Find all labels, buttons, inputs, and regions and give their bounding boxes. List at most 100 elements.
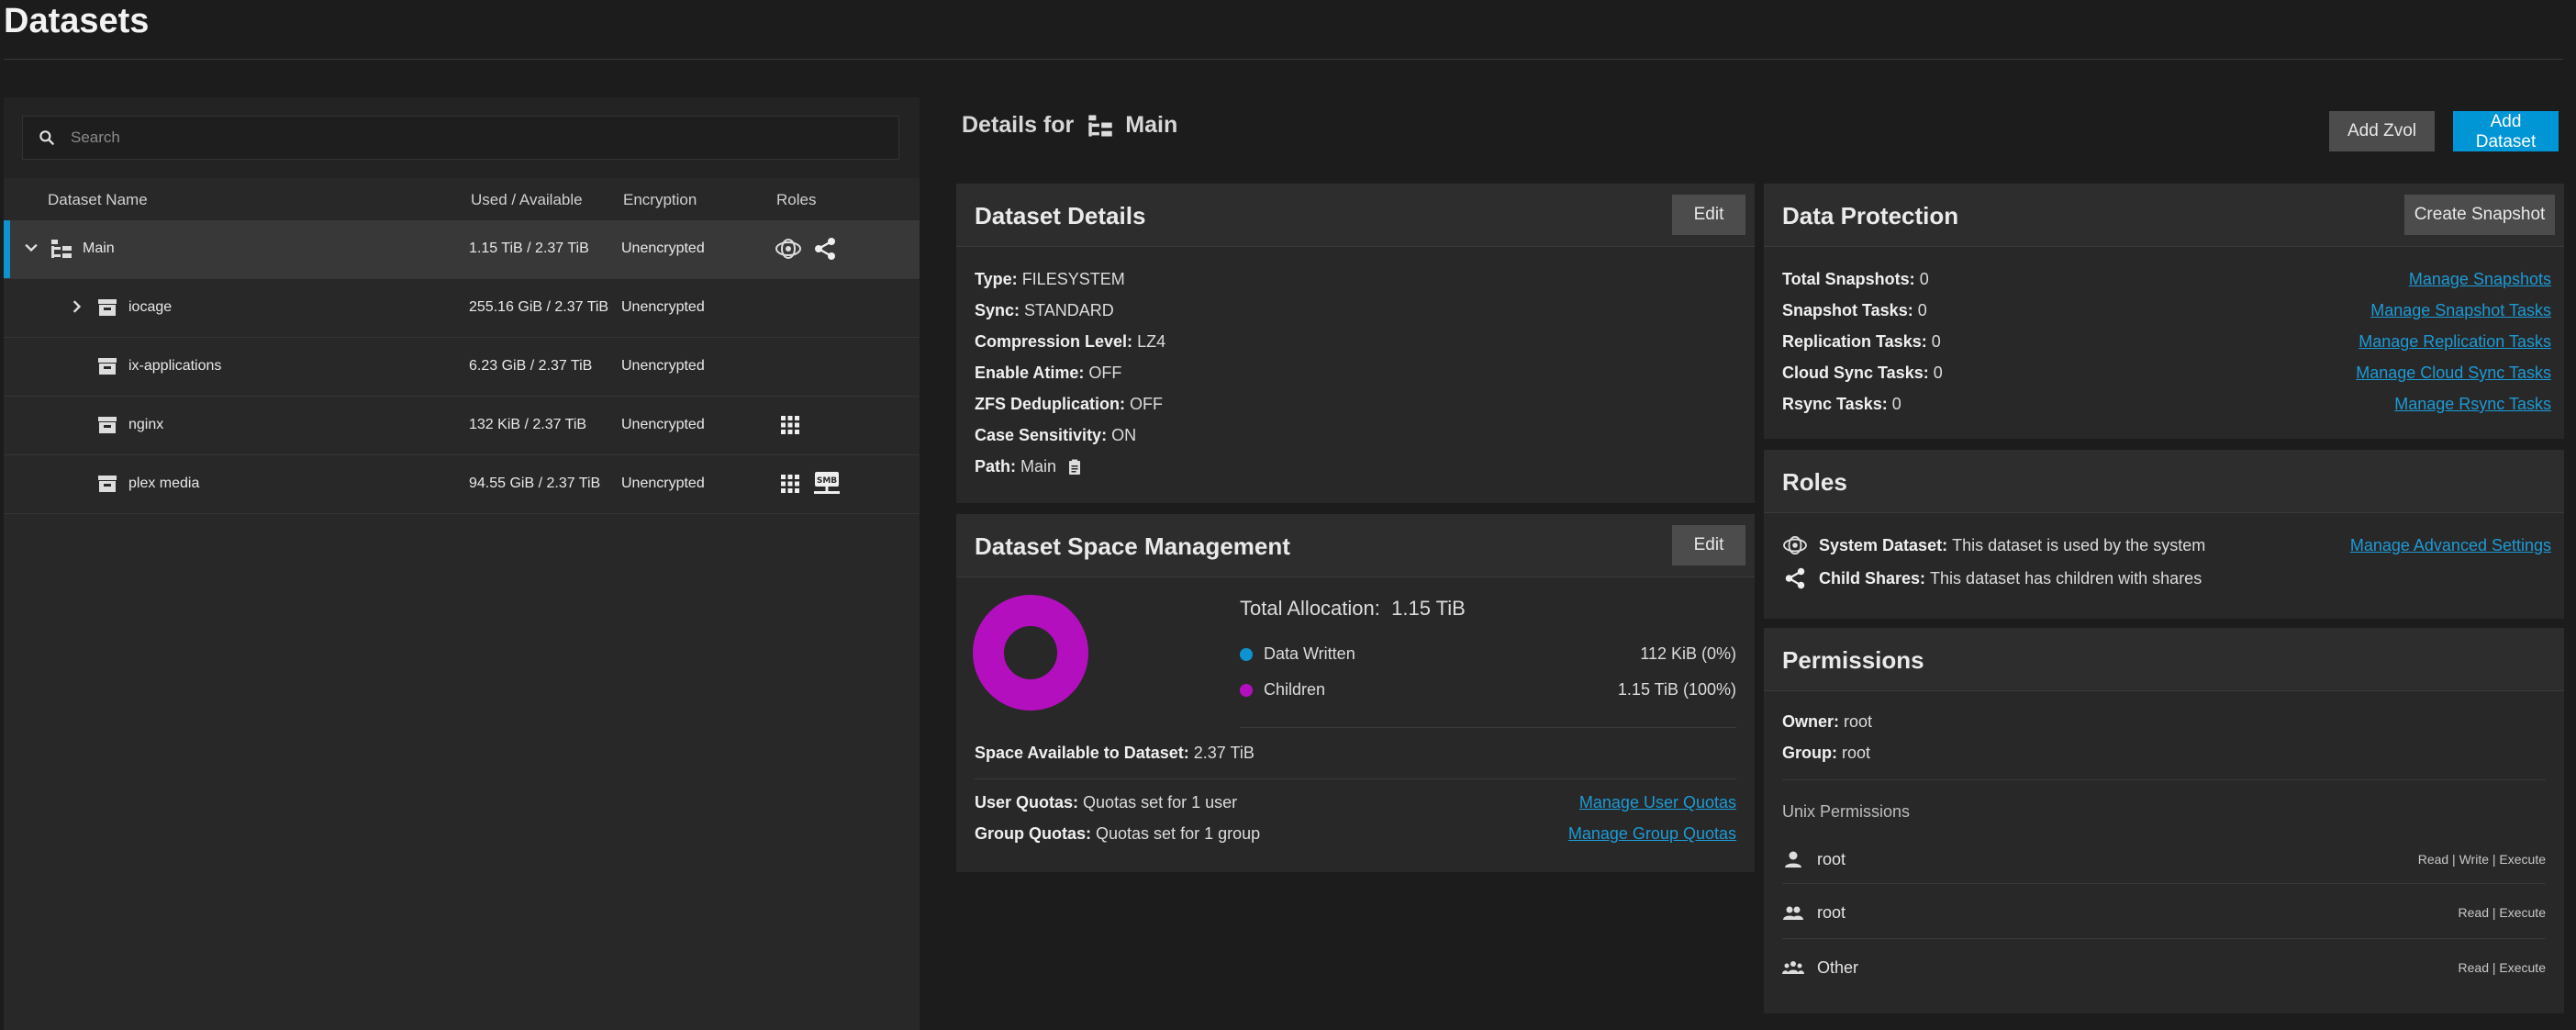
data-written-dot: [1240, 648, 1253, 662]
card-header: Data Protection Create Snapshot: [1764, 184, 2564, 247]
permissions-card: Permissions Owner: root Group: root Unix…: [1764, 628, 2564, 1013]
card-title: Data Protection: [1782, 202, 1959, 230]
clipboard-icon[interactable]: [1065, 458, 1084, 476]
column-header-name[interactable]: Dataset Name: [48, 191, 148, 209]
apps-icon: [781, 475, 799, 493]
svg-text:SMB: SMB: [817, 476, 837, 486]
system-dataset-icon: [1783, 535, 1807, 555]
search-bar: [4, 97, 920, 178]
divider: [1782, 883, 2546, 884]
divider: [1782, 938, 2546, 939]
card-title: Dataset Space Management: [975, 532, 1290, 560]
edit-space-button[interactable]: Edit: [1672, 525, 1745, 565]
total-snapshots-field: Total Snapshots: 0: [1782, 270, 1929, 288]
dataset-row-ix-applications[interactable]: ix-applications 6.23 GiB / 2.37 TiB Unen…: [4, 338, 920, 397]
column-header-roles[interactable]: Roles: [776, 191, 816, 209]
children-legend: Children: [1240, 680, 1325, 700]
group-icon: [1783, 906, 1803, 920]
roles-card: Roles System Dataset: This dataset is us…: [1764, 450, 2564, 619]
data-written-legend: Data Written: [1240, 644, 1355, 664]
space-available-field: Space Available to Dataset: 2.37 TiB: [975, 744, 1255, 762]
dataset-icon: [98, 358, 117, 375]
dataset-tree-icon: [51, 240, 72, 258]
column-header-used[interactable]: Used / Available: [471, 191, 583, 209]
divider: [1782, 779, 2546, 780]
dataset-used: 6.23 GiB / 2.37 TiB: [469, 358, 593, 374]
dataset-tree-icon: [1088, 114, 1112, 137]
type-field: Type: FILESYSTEM: [975, 270, 1125, 288]
group-quotas-field: Group Quotas: Quotas set for 1 group: [975, 824, 1261, 843]
dataset-name: ix-applications: [128, 358, 222, 374]
card-header: Permissions: [1764, 628, 2564, 691]
card-title: Roles: [1782, 468, 1847, 496]
system-dataset-icon: [775, 239, 801, 259]
share-icon: [815, 238, 835, 260]
search-input[interactable]: [69, 128, 898, 148]
manage-cloud-sync-tasks-link[interactable]: Manage Cloud Sync Tasks: [2356, 364, 2551, 383]
share-icon: [1785, 567, 1805, 589]
manage-snapshots-link[interactable]: Manage Snapshots: [2409, 270, 2551, 289]
dataset-icon: [98, 476, 117, 492]
dataset-encryption: Unencrypted: [621, 299, 705, 315]
card-header: Dataset Details Edit: [956, 184, 1755, 247]
divider: [975, 778, 1736, 779]
manage-group-quotas-link[interactable]: Manage Group Quotas: [1568, 824, 1736, 844]
table-header: Dataset Name Used / Available Encryption…: [4, 178, 920, 220]
add-zvol-button[interactable]: Add Zvol: [2329, 111, 2435, 151]
card-title: Dataset Details: [975, 202, 1146, 230]
card-title: Permissions: [1782, 646, 1924, 674]
path-field: Path: Main: [975, 457, 1084, 476]
title-divider: [4, 59, 2563, 60]
dataset-row-plex-media[interactable]: plex media 94.55 GiB / 2.37 TiB Unencryp…: [4, 455, 920, 514]
dataset-details-card: Dataset Details Edit Type: FILESYSTEM Sy…: [956, 184, 1755, 503]
child-shares-field: Child Shares: This dataset has children …: [1782, 565, 2202, 591]
dataset-name: plex media: [128, 476, 200, 491]
manage-rsync-tasks-link[interactable]: Manage Rsync Tasks: [2394, 395, 2551, 414]
divider: [1240, 727, 1736, 728]
case-sensitivity-field: Case Sensitivity: ON: [975, 426, 1137, 444]
dataset-name: iocage: [128, 299, 173, 315]
dataset-encryption: Unencrypted: [621, 358, 705, 374]
add-dataset-button[interactable]: Add Dataset: [2453, 111, 2559, 151]
dataset-icon: [98, 417, 117, 433]
data-written-value: 112 KiB (0%): [1640, 644, 1736, 663]
space-management-card: Dataset Space Management Edit Total Allo…: [956, 514, 1755, 872]
dataset-row-nginx[interactable]: nginx 132 KiB / 2.37 TiB Unencrypted: [4, 397, 920, 455]
details-prefix: Details for: [962, 112, 1075, 138]
dataset-row-iocage[interactable]: iocage 255.16 GiB / 2.37 TiB Unencrypted: [4, 279, 920, 338]
search-box: [22, 116, 899, 160]
manage-snapshot-tasks-link[interactable]: Manage Snapshot Tasks: [2370, 301, 2551, 320]
permission-row-group: root Read | Execute: [1782, 898, 2546, 927]
manage-replication-tasks-link[interactable]: Manage Replication Tasks: [2359, 332, 2551, 352]
user-quotas-field: User Quotas: Quotas set for 1 user: [975, 793, 1238, 812]
groups-icon: [1782, 961, 1804, 974]
cloud-sync-tasks-field: Cloud Sync Tasks: 0: [1782, 364, 1943, 382]
sync-field: Sync: STANDARD: [975, 301, 1114, 319]
column-header-encryption[interactable]: Encryption: [623, 191, 697, 209]
details-header: Details for Main: [962, 112, 1177, 139]
person-icon: [1785, 851, 1801, 868]
chevron-down-icon[interactable]: [22, 239, 40, 257]
group-field: Group: root: [1782, 744, 1871, 762]
dataset-used: 94.55 GiB / 2.37 TiB: [469, 476, 601, 491]
permission-row-other: Other Read | Execute: [1782, 953, 2546, 982]
dataset-row-main[interactable]: Main 1.15 TiB / 2.37 TiB Unencrypted: [4, 220, 920, 279]
card-header: Dataset Space Management Edit: [956, 514, 1755, 577]
chevron-right-icon[interactable]: [68, 297, 86, 316]
manage-advanced-settings-link[interactable]: Manage Advanced Settings: [2350, 536, 2551, 555]
children-slice: [973, 595, 1088, 711]
dataset-tree-panel: Dataset Name Used / Available Encryption…: [4, 97, 920, 1030]
dataset-encryption: Unencrypted: [621, 241, 705, 256]
permission-row-owner: root Read | Write | Execute: [1782, 845, 2546, 874]
dataset-encryption: Unencrypted: [621, 417, 705, 432]
card-header: Roles: [1764, 450, 2564, 513]
smb-share-icon: SMB: [814, 472, 840, 494]
create-snapshot-button[interactable]: Create Snapshot: [2404, 195, 2555, 235]
edit-details-button[interactable]: Edit: [1672, 195, 1745, 235]
dedup-field: ZFS Deduplication: OFF: [975, 395, 1164, 413]
manage-user-quotas-link[interactable]: Manage User Quotas: [1579, 793, 1736, 812]
allocation-donut-chart: [973, 595, 1088, 711]
dataset-encryption: Unencrypted: [621, 476, 705, 491]
replication-tasks-field: Replication Tasks: 0: [1782, 332, 1941, 351]
dataset-name: Main: [83, 241, 115, 256]
